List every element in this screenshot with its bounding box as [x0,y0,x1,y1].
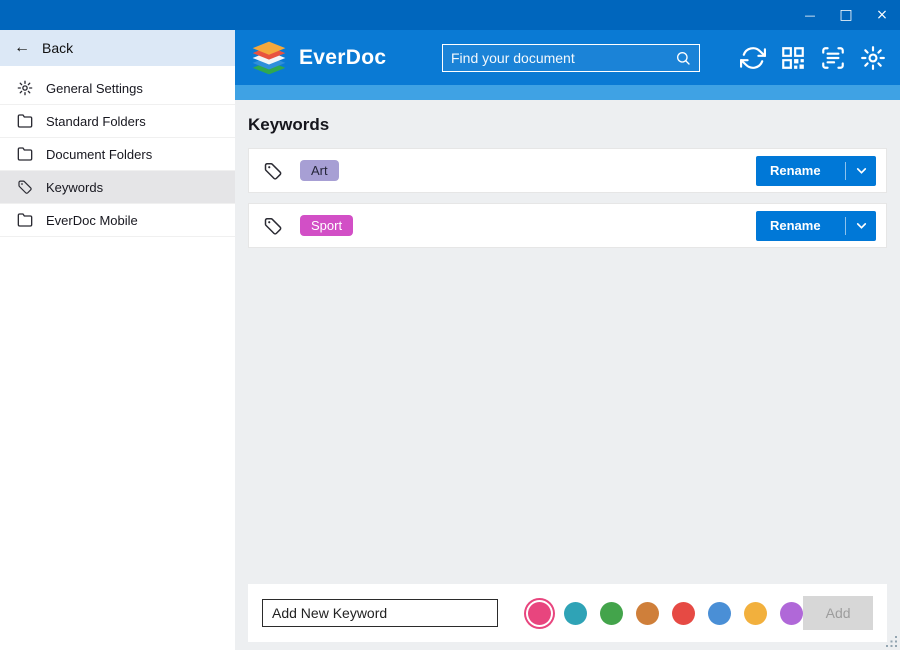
sidebar-item-label: Keywords [46,180,103,195]
add-button[interactable]: Add [803,596,873,630]
search-input[interactable] [451,50,675,66]
chevron-down-icon [846,164,876,177]
sidebar-item-label: General Settings [46,81,143,96]
color-swatch-purple[interactable] [780,602,803,625]
new-keyword-input[interactable] [262,599,498,627]
window-titlebar: — □ × [0,0,900,30]
folder-icon [17,146,33,162]
page-title: Keywords [248,115,887,135]
qr-code-icon[interactable] [780,45,806,71]
maximize-button[interactable]: □ [828,0,864,30]
chevron-down-icon [846,219,876,232]
scan-icon[interactable] [820,45,846,71]
folder-icon [17,212,33,228]
gear-icon[interactable] [860,45,886,71]
keyword-badge: Art [300,160,339,181]
sidebar-item-everdoc-mobile[interactable]: EverDoc Mobile [0,204,235,237]
main-area: EverDoc [235,30,900,650]
color-swatch-amber[interactable] [744,602,767,625]
sidebar-item-document-folders[interactable]: Document Folders [0,138,235,171]
keyword-row: Sport Rename [248,203,887,248]
settings-sidebar: ← Back General Settings Standard Folders [0,30,235,650]
color-swatch-green[interactable] [600,602,623,625]
rename-button-label: Rename [756,163,845,178]
tag-icon [263,161,283,181]
document-search [442,44,700,72]
color-swatch-red[interactable] [672,602,695,625]
gear-icon [17,80,33,96]
color-swatch-orange[interactable] [636,602,659,625]
keyword-badge: Sport [300,215,353,236]
sidebar-item-label: EverDoc Mobile [46,213,138,228]
back-button-label: Back [42,40,73,56]
app-header: EverDoc [235,30,900,85]
close-button[interactable]: × [864,0,900,30]
resize-grip[interactable] [885,635,898,648]
sidebar-item-label: Standard Folders [46,114,146,129]
color-swatch-picker [524,602,803,625]
sidebar-item-general-settings[interactable]: General Settings [0,72,235,105]
rename-button[interactable]: Rename [756,156,876,186]
sidebar-item-standard-folders[interactable]: Standard Folders [0,105,235,138]
minimize-button[interactable]: — [792,0,828,30]
header-accent-strip [235,85,900,100]
color-swatch-pink[interactable] [528,602,551,625]
sidebar-nav: General Settings Standard Folders Docume… [0,72,235,237]
app-window: — □ × ← Back General Settings [0,0,900,650]
sync-icon[interactable] [740,45,766,71]
sidebar-item-label: Document Folders [46,147,152,162]
rename-button[interactable]: Rename [756,211,876,241]
header-toolbar [740,45,886,71]
everdoc-logo-icon [249,40,289,76]
tag-icon [263,216,283,236]
color-swatch-teal[interactable] [564,602,587,625]
color-swatch-blue[interactable] [708,602,731,625]
back-arrow-icon: ← [14,40,30,56]
add-keyword-bar: Add [248,584,887,642]
back-button[interactable]: ← Back [0,30,235,66]
rename-button-label: Rename [756,218,845,233]
app-title: EverDoc [299,46,386,70]
keyword-row: Art Rename [248,148,887,193]
search-icon[interactable] [675,50,691,66]
keywords-panel: Keywords Art Rename [235,100,900,650]
folder-icon [17,113,33,129]
sidebar-item-keywords[interactable]: Keywords [0,171,235,204]
tag-icon [17,179,33,195]
